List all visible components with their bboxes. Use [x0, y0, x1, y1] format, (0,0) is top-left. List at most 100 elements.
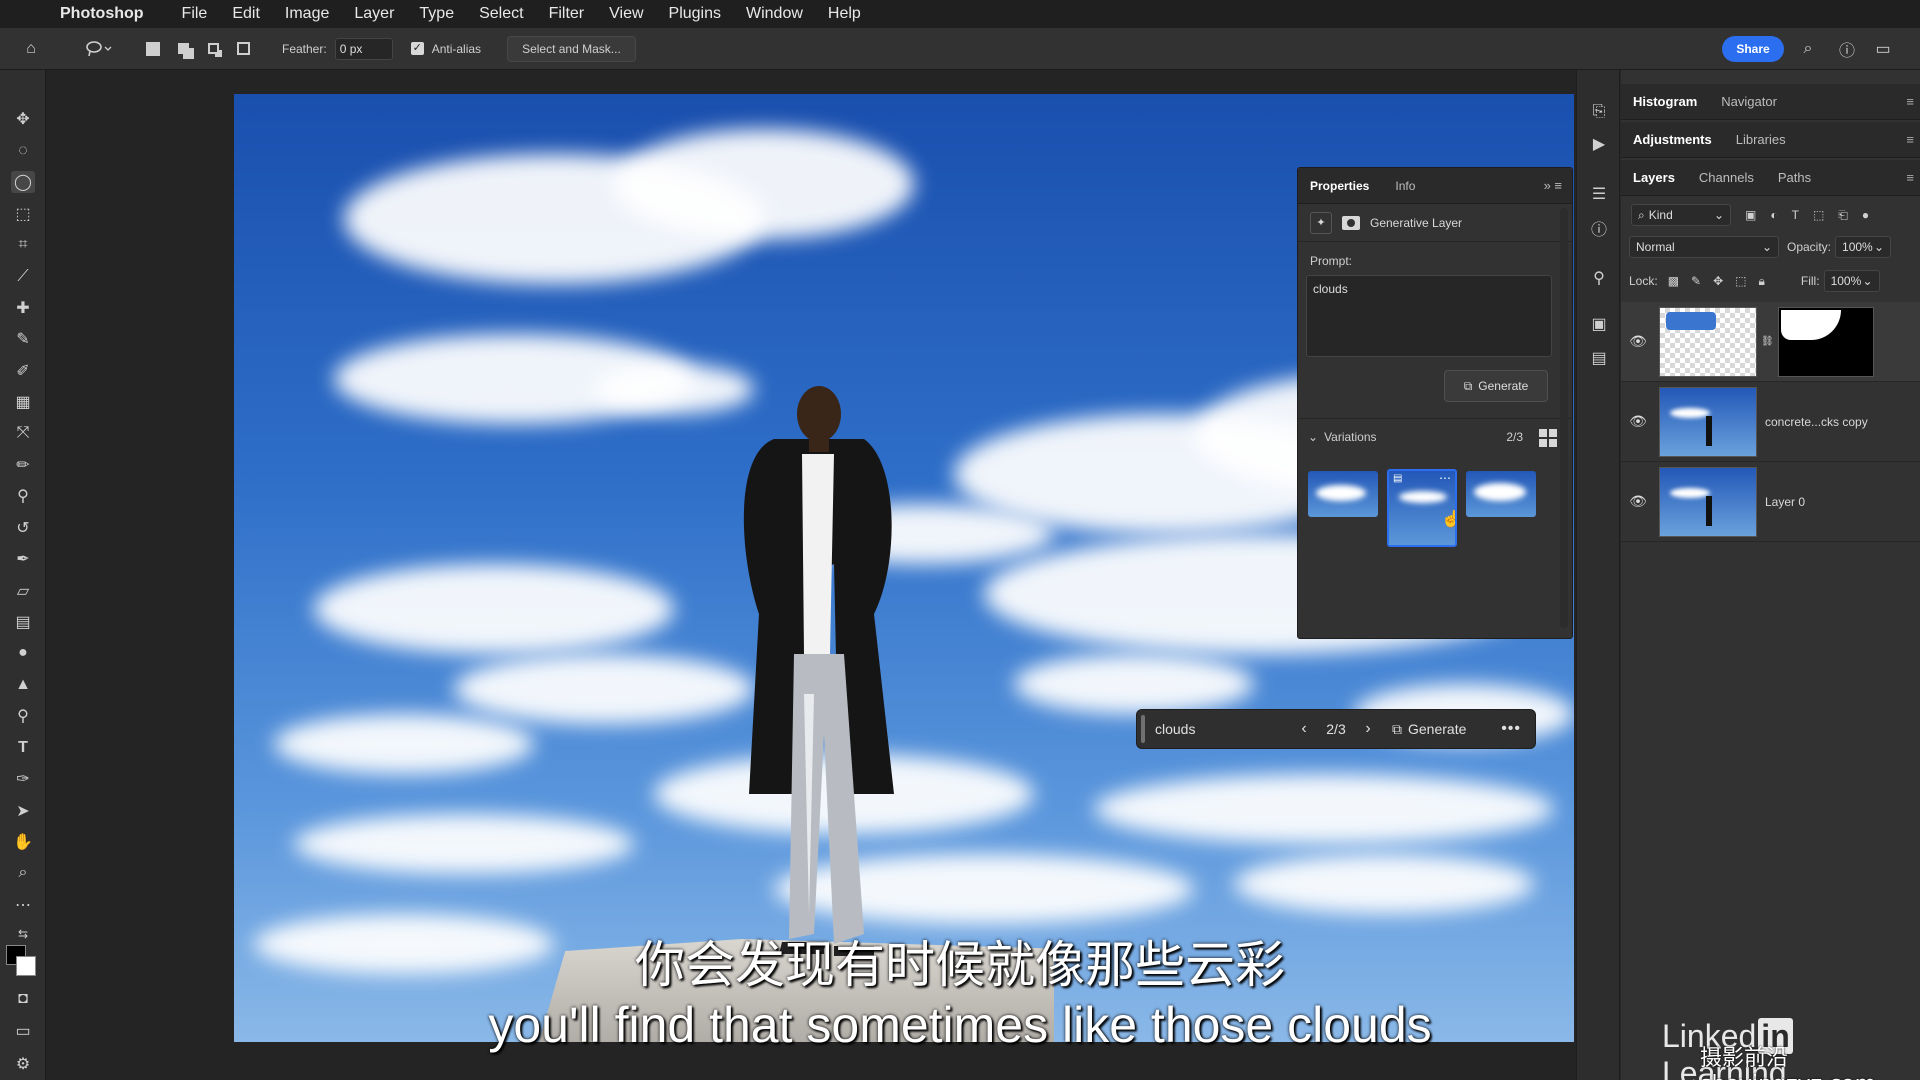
opacity-input[interactable]: 100% ⌄	[1835, 236, 1892, 258]
adjustment-filter-icon[interactable]: ◐	[1770, 208, 1777, 222]
panel-menu-icon[interactable]: ≡	[1906, 170, 1914, 185]
workspace-icon[interactable]: ▭	[1872, 38, 1894, 60]
layer-name[interactable]: concrete...cks copy	[1765, 415, 1868, 429]
new-selection-icon[interactable]	[142, 38, 164, 60]
pen-tool-icon[interactable]: ✑	[11, 768, 35, 790]
gradient-tool-icon[interactable]: ▤	[11, 611, 35, 633]
smart-object-filter-icon[interactable]: ⎗	[1838, 208, 1848, 223]
prompt-textarea[interactable]: clouds	[1306, 275, 1552, 357]
history-brush-icon[interactable]: ↺	[11, 517, 35, 539]
drag-handle[interactable]	[1141, 715, 1145, 743]
generate-button[interactable]: ⧉ Generate	[1444, 370, 1548, 402]
object-selection-tool-icon[interactable]: ⬚	[11, 203, 35, 225]
notes-panel-icon[interactable]: ▤	[1587, 346, 1611, 370]
history-panel-icon[interactable]: ⎘	[1587, 100, 1611, 124]
sharpen-tool-icon[interactable]: ▲	[11, 674, 35, 696]
previous-variation-icon[interactable]: ‹	[1290, 720, 1318, 738]
menu-type[interactable]: Type	[419, 5, 454, 23]
eyedropper-tool-icon[interactable]: ⟋	[11, 266, 35, 288]
layer-row-layer-0[interactable]: 👁︎ Layer 0	[1621, 462, 1920, 542]
tab-properties[interactable]: Properties	[1310, 179, 1369, 193]
lock-artboard-icon[interactable]: ⬚	[1735, 274, 1746, 288]
tab-layers[interactable]: Layers	[1633, 170, 1675, 185]
healing-brush-icon[interactable]: ✎	[11, 328, 35, 350]
tab-info[interactable]: Info	[1395, 179, 1415, 193]
layer-row-concrete-copy[interactable]: 👁︎ concrete...cks copy	[1621, 382, 1920, 462]
taskbar-prompt-input[interactable]: clouds	[1155, 721, 1290, 737]
type-filter-icon[interactable]: T	[1792, 208, 1799, 222]
menu-image[interactable]: Image	[285, 5, 329, 23]
panel-menu-icon[interactable]: ≡	[1906, 94, 1914, 109]
share-button[interactable]: Share	[1722, 36, 1784, 62]
menu-help[interactable]: Help	[828, 5, 861, 23]
help-icon[interactable]: ⓘ	[1836, 38, 1858, 60]
layer-mask-thumbnail[interactable]	[1777, 306, 1874, 377]
lasso-tool-preset-icon[interactable]	[82, 38, 116, 60]
menu-file[interactable]: File	[182, 5, 208, 23]
spot-healing-tool-icon[interactable]: ✚	[11, 297, 35, 319]
select-and-mask-button[interactable]: Select and Mask...	[507, 35, 636, 62]
fill-input[interactable]: 100% ⌄	[1823, 270, 1880, 292]
visibility-eye-icon[interactable]: 👁︎	[1621, 333, 1655, 350]
patch-tool-icon[interactable]: ✐	[11, 360, 35, 382]
pixel-filter-icon[interactable]: ▣	[1745, 208, 1756, 222]
hand-tool-icon[interactable]: ✋	[11, 831, 35, 853]
tab-paths[interactable]: Paths	[1778, 170, 1811, 185]
dodge-tool-icon[interactable]: ⚲	[11, 705, 35, 727]
lasso-tool-icon[interactable]: ◯	[11, 171, 35, 193]
menu-window[interactable]: Window	[746, 5, 803, 23]
properties-scrollbar[interactable]	[1560, 208, 1568, 628]
taskbar-generate-button[interactable]: ⧉ Generate	[1392, 721, 1466, 738]
menu-filter[interactable]: Filter	[549, 5, 585, 23]
eraser-tool-icon[interactable]: ▱	[11, 580, 35, 602]
actions-play-icon[interactable]: ▶	[1587, 132, 1611, 156]
marquee-tool-icon[interactable]: ◌	[11, 140, 35, 162]
move-tool-icon[interactable]: ✥	[11, 108, 35, 130]
variation-thumbnail-2[interactable]: ▤ ⋯ ☝	[1387, 469, 1457, 547]
properties-panel-icon[interactable]: ▣	[1587, 312, 1611, 336]
mask-icon[interactable]	[1342, 215, 1360, 230]
app-name[interactable]: Photoshop	[60, 5, 144, 23]
info-panel-icon[interactable]: ⓘ	[1587, 216, 1611, 240]
variations-header[interactable]: ⌄ Variations 2/3	[1298, 418, 1573, 454]
feather-input[interactable]: 0 px	[334, 37, 393, 60]
grid-view-icon[interactable]	[1539, 429, 1557, 447]
zoom-tool-icon[interactable]: ⌕	[11, 862, 35, 884]
lock-position-icon[interactable]: ✥	[1713, 274, 1723, 288]
edit-toolbar-icon[interactable]: ⚙	[11, 1053, 35, 1075]
tab-adjustments[interactable]: Adjustments	[1633, 132, 1712, 147]
visibility-eye-icon[interactable]: 👁︎	[1621, 413, 1655, 430]
content-aware-move-icon[interactable]: ⤧	[11, 422, 35, 444]
more-options-icon[interactable]: •••	[1501, 720, 1521, 738]
variation-thumbnail-3[interactable]	[1466, 471, 1536, 517]
mixer-brush-icon[interactable]: ✒	[11, 548, 35, 570]
layer-row-generative[interactable]: 👁︎ ⛓	[1621, 302, 1920, 382]
type-tool-icon[interactable]: T	[11, 737, 35, 759]
blur-tool-icon[interactable]: ●	[11, 642, 35, 664]
home-icon[interactable]: ⌂	[20, 38, 42, 60]
add-selection-icon[interactable]	[172, 38, 194, 60]
filter-toggle-icon[interactable]: ●	[1862, 208, 1869, 222]
frame-tool-icon[interactable]: ▦	[11, 391, 35, 413]
chevron-down-icon[interactable]: ⌄	[1308, 430, 1318, 444]
lock-transparent-icon[interactable]: ▩	[1668, 274, 1679, 288]
clone-stamp-icon[interactable]: ⚲	[11, 485, 35, 507]
tab-navigator[interactable]: Navigator	[1721, 94, 1777, 109]
tab-histogram[interactable]: Histogram	[1633, 94, 1697, 109]
link-icon[interactable]: ⛓	[1761, 336, 1774, 347]
panel-menu-icon[interactable]: ≡	[1906, 132, 1914, 147]
tab-channels[interactable]: Channels	[1699, 170, 1754, 185]
subtract-selection-icon[interactable]	[202, 38, 224, 60]
next-variation-icon[interactable]: ›	[1354, 720, 1382, 738]
menu-view[interactable]: View	[609, 5, 643, 23]
variation-thumbnail-1[interactable]	[1308, 471, 1378, 517]
variation-info-icon[interactable]: ▤	[1393, 473, 1402, 484]
lock-all-icon[interactable]: 🔒︎	[1759, 274, 1765, 289]
layer-name[interactable]: Layer 0	[1765, 495, 1805, 509]
menu-select[interactable]: Select	[479, 5, 523, 23]
brush-tool-icon[interactable]: ✏	[11, 454, 35, 476]
search-icon[interactable]: ⌕	[1797, 38, 1819, 60]
crop-tool-icon[interactable]: ⌗	[11, 234, 35, 256]
anti-alias-checkbox[interactable]: ✓	[410, 42, 424, 55]
visibility-eye-icon[interactable]: 👁︎	[1621, 493, 1655, 510]
